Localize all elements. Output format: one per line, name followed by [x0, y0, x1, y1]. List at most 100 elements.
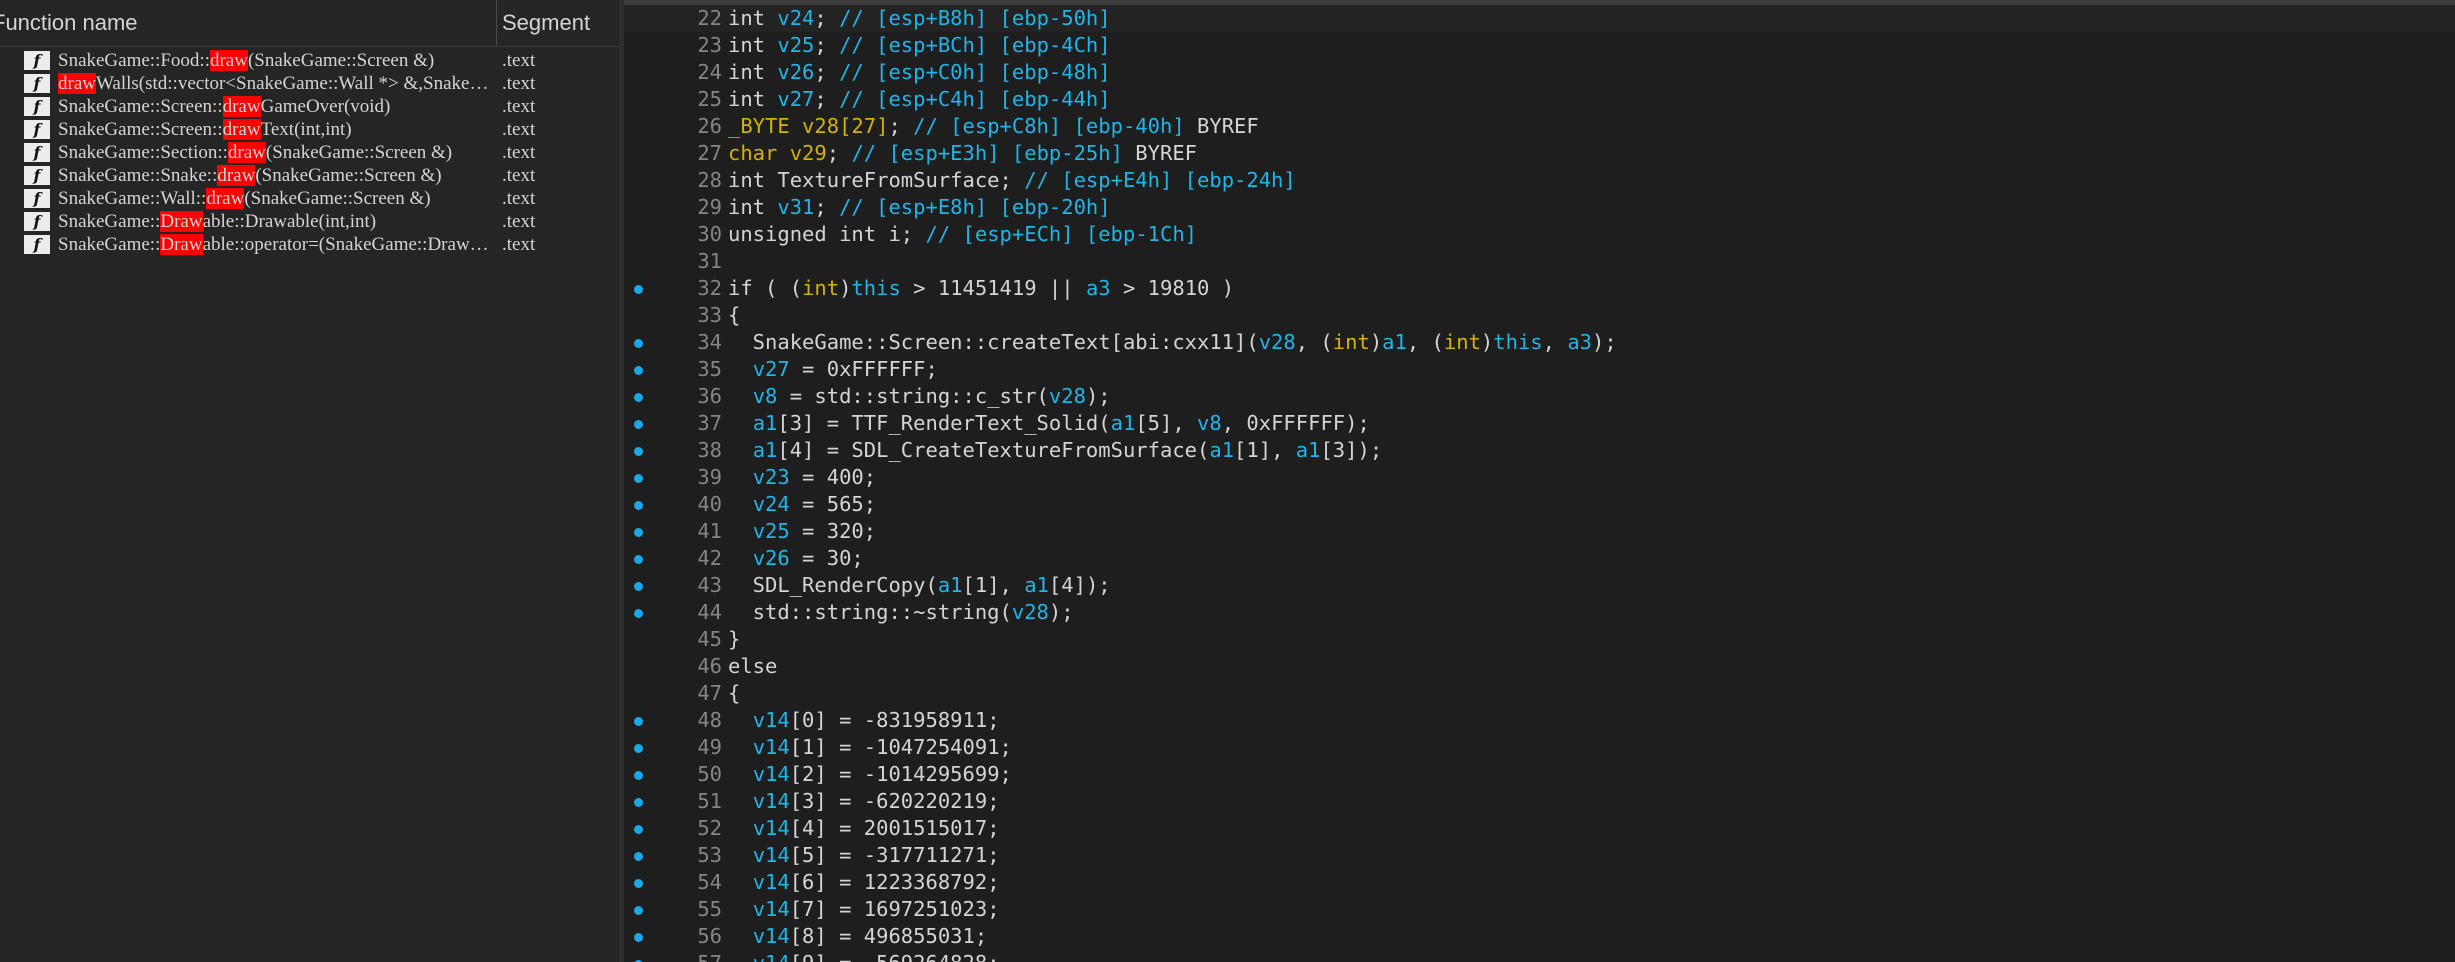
code-line[interactable]: 34 SnakeGame::Screen::createText[abi:cxx… — [624, 329, 2455, 356]
code-line[interactable]: 37 a1[3] = TTF_RenderText_Solid(a1[5], v… — [624, 410, 2455, 437]
code-line[interactable]: 42 v26 = 30; — [624, 545, 2455, 572]
code-line[interactable]: 28 int TextureFromSurface; // [esp+E4h] [… — [624, 167, 2455, 194]
code-line[interactable]: 43 SDL_RenderCopy(a1[1], a1[4]); — [624, 572, 2455, 599]
segment-column-header[interactable]: Segment — [502, 10, 590, 36]
code-text: v23 = 400; — [728, 464, 876, 491]
breakpoint-dot-icon[interactable] — [634, 852, 643, 861]
breakpoint-dot-icon[interactable] — [634, 474, 643, 483]
breakpoint-dot-icon[interactable] — [634, 825, 643, 834]
code-line[interactable]: 30 unsigned int i; // [esp+ECh] [ebp-1Ch] — [624, 221, 2455, 248]
functions-list-header: Function name Segment — [0, 0, 619, 47]
code-token: , ( — [1295, 330, 1333, 354]
code-line[interactable]: 41 v25 = 320; — [624, 518, 2455, 545]
code-token: > 19810 ) — [1110, 276, 1235, 300]
function-row[interactable]: f SnakeGame::Screen::drawGameOver(void) .t… — [0, 95, 619, 118]
line-number: 30 — [697, 222, 722, 246]
code-line[interactable]: 45} — [624, 626, 2455, 653]
function-row[interactable]: f SnakeGame::Section::draw(SnakeGame::Scr… — [0, 141, 619, 164]
function-row[interactable]: f SnakeGame::Drawable::Drawable(int,int).… — [0, 210, 619, 233]
function-name-column-header[interactable]: Function name — [0, 10, 138, 36]
breakpoint-dot-icon[interactable] — [634, 285, 643, 294]
breakpoint-dot-icon[interactable] — [634, 420, 643, 429]
breakpoint-dot-icon[interactable] — [634, 933, 643, 942]
function-segment: .text — [502, 234, 536, 255]
line-number: 23 — [697, 33, 722, 57]
line-number: 57 — [654, 950, 722, 962]
code-line[interactable]: 47{ — [624, 680, 2455, 707]
breakpoint-dot-icon[interactable] — [634, 609, 643, 618]
function-icon: f — [24, 51, 50, 70]
breakpoint-dot-icon[interactable] — [634, 717, 643, 726]
code-line[interactable]: 56 v14[8] = 496855031; — [624, 923, 2455, 950]
function-name-text: SnakeGame::Food:: — [58, 50, 210, 71]
code-line[interactable]: 51 v14[3] = -620220219; — [624, 788, 2455, 815]
breakpoint-dot-icon[interactable] — [634, 906, 643, 915]
code-line[interactable]: 57 v14[9] = -569264828; — [624, 950, 2455, 962]
code-token: > 11451419 || — [900, 276, 1086, 300]
breakpoint-dot-icon[interactable] — [634, 744, 643, 753]
code-line[interactable]: 52 v14[4] = 2001515017; — [624, 815, 2455, 842]
code-line[interactable]: 27 char v29; // [esp+E3h] [ebp-25h] BYREF — [624, 140, 2455, 167]
breakpoint-dot-icon[interactable] — [634, 879, 643, 888]
line-number: 45 — [697, 627, 722, 651]
function-row[interactable]: f SnakeGame::Screen::drawText(int,int) .te… — [0, 118, 619, 141]
code-line[interactable]: 39 v23 = 400; — [624, 464, 2455, 491]
code-line[interactable]: 53 v14[5] = -317711271; — [624, 842, 2455, 869]
function-row[interactable]: f drawWalls(std::vector<SnakeGame::Wall *… — [0, 72, 619, 95]
function-row[interactable]: f SnakeGame::Drawable::operator=(SnakeGam… — [0, 233, 619, 256]
function-name-text: SnakeGame::Screen:: — [58, 119, 223, 140]
function-row[interactable]: f SnakeGame::Food::draw(SnakeGame::Screen… — [0, 49, 619, 72]
code-line[interactable]: 48 v14[0] = -831958911; — [624, 707, 2455, 734]
code-line[interactable]: 35 v27 = 0xFFFFFF; — [624, 356, 2455, 383]
breakpoint-dot-icon[interactable] — [634, 528, 643, 537]
breakpoint-dot-icon[interactable] — [634, 582, 643, 591]
code-line[interactable]: 22 int v24; // [esp+B8h] [ebp-50h] — [624, 5, 2455, 32]
code-token: [5], — [1135, 411, 1198, 435]
function-name: SnakeGame::Screen::drawGameOver(void) — [58, 95, 495, 118]
code-line[interactable]: 54 v14[6] = 1223368792; — [624, 869, 2455, 896]
breakpoint-dot-icon[interactable] — [634, 501, 643, 510]
code-line[interactable]: 36 v8 = std::string::c_str(v28); — [624, 383, 2455, 410]
code-line[interactable]: 23 int v25; // [esp+BCh] [ebp-4Ch] — [624, 32, 2455, 59]
code-line[interactable]: 46 else — [624, 653, 2455, 680]
function-icon: f — [24, 97, 50, 116]
breakpoint-dot-icon[interactable] — [634, 366, 643, 375]
breakpoint-dot-icon[interactable] — [634, 393, 643, 402]
code-line[interactable]: 49 v14[1] = -1047254091; — [624, 734, 2455, 761]
breakpoint-dot-icon[interactable] — [634, 798, 643, 807]
breakpoint-dot-icon[interactable] — [634, 555, 643, 564]
code-line[interactable]: 44 std::string::~string(v28); — [624, 599, 2455, 626]
breakpoint-dot-icon[interactable] — [634, 447, 643, 456]
code-line[interactable]: 25 int v27; // [esp+C4h] [ebp-44h] — [624, 86, 2455, 113]
pseudocode-view[interactable]: 22 int v24; // [esp+B8h] [ebp-50h] 23 int v… — [624, 0, 2455, 962]
code-line[interactable]: 50 v14[2] = -1014295699; — [624, 761, 2455, 788]
function-name-text: Text(int,int) — [260, 119, 352, 140]
code-line[interactable]: 29 int v31; // [esp+E8h] [ebp-20h] — [624, 194, 2455, 221]
function-row[interactable]: f SnakeGame::Wall::draw(SnakeGame::Screen… — [0, 187, 619, 210]
breakpoint-dot-icon[interactable] — [634, 771, 643, 780]
code-token: [4]); — [1048, 573, 1111, 597]
code-text: v14[0] = -831958911; — [728, 707, 1000, 734]
function-segment: .text — [502, 50, 536, 71]
code-token: = 320; — [789, 519, 877, 543]
code-line[interactable]: 26 _BYTE v28[27]; // [esp+C8h] [ebp-40h] … — [624, 113, 2455, 140]
identifier-token: // [esp+C8h] [ebp-40h] — [913, 114, 1185, 138]
function-row[interactable]: f SnakeGame::Snake::draw(SnakeGame::Scree… — [0, 164, 619, 187]
code-line[interactable]: 31 — [624, 248, 2455, 275]
code-line[interactable]: 33{ — [624, 302, 2455, 329]
column-divider[interactable] — [496, 0, 497, 46]
identifier-token: v31 — [777, 195, 815, 219]
code-text: a1[4] = SDL_CreateTextureFromSurface(a1[… — [728, 437, 1382, 464]
breakpoint-dot-icon[interactable] — [634, 339, 643, 348]
function-name: drawWalls(std::vector<SnakeGame::Wall *>… — [58, 72, 495, 95]
code-line[interactable]: 38 a1[4] = SDL_CreateTextureFromSurface(… — [624, 437, 2455, 464]
code-line[interactable]: 40 v24 = 565; — [624, 491, 2455, 518]
identifier-token: v14 — [752, 924, 790, 948]
code-text: unsigned int i; // [esp+ECh] [ebp-1Ch] — [728, 221, 1197, 248]
code-line[interactable]: 55 v14[7] = 1697251023; — [624, 896, 2455, 923]
code-line[interactable]: 24 int v26; // [esp+C0h] [ebp-48h] — [624, 59, 2455, 86]
code-token: [1], — [962, 573, 1025, 597]
code-line[interactable]: 32 if ( (int)this > 11451419 || a3 > 1981… — [624, 275, 2455, 302]
